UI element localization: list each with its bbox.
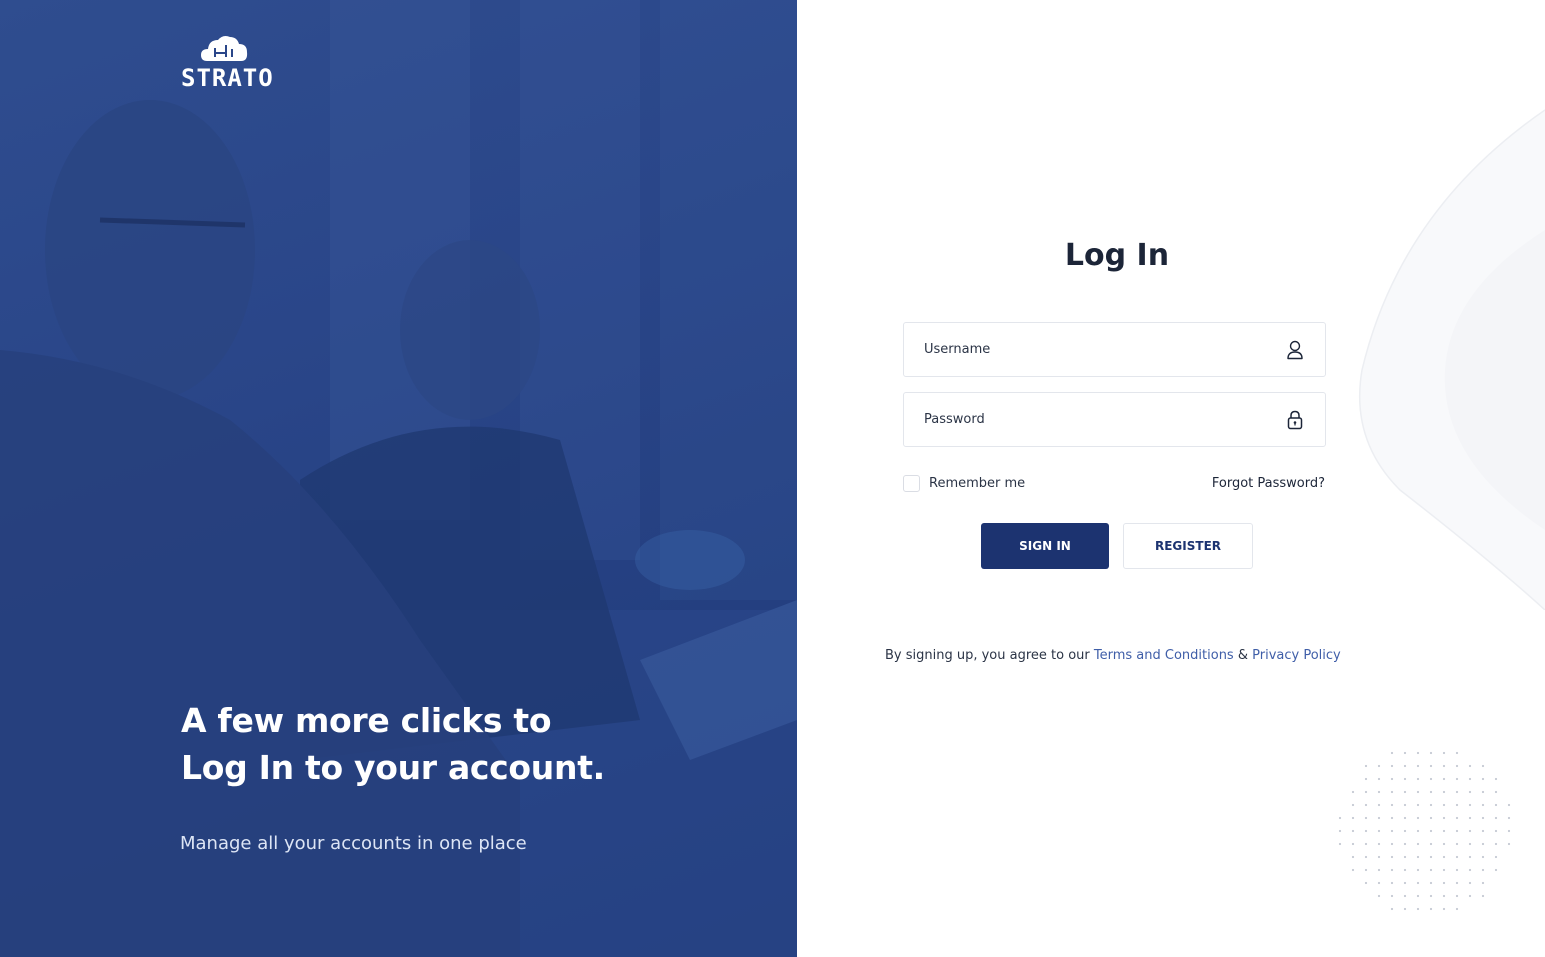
username-field[interactable]	[903, 322, 1326, 377]
hero-background-photo	[0, 0, 797, 957]
terms-prefix: By signing up, you agree to our	[885, 648, 1094, 663]
password-input[interactable]	[904, 393, 1325, 446]
forgot-password-link[interactable]: Forgot Password?	[1212, 476, 1325, 491]
lock-icon	[1287, 410, 1303, 430]
terms-link[interactable]: Terms and Conditions	[1094, 648, 1234, 663]
user-icon	[1287, 340, 1303, 360]
remember-me-checkbox[interactable]	[903, 474, 920, 492]
remember-me-label: Remember me	[929, 475, 1026, 491]
hero-headline-line-1: A few more clicks to	[181, 701, 552, 740]
privacy-policy-link[interactable]: Privacy Policy	[1252, 648, 1341, 663]
hero-panel: STRATO A few more clicks to Log In to yo…	[0, 0, 797, 957]
remember-me[interactable]: Remember me	[903, 474, 1025, 492]
password-field[interactable]	[903, 392, 1326, 447]
hero-headline: A few more clicks to Log In to your acco…	[181, 697, 741, 791]
register-button[interactable]: REGISTER	[1123, 523, 1253, 569]
hero-headline-line-2: Log In to your account.	[181, 748, 605, 787]
username-input[interactable]	[904, 323, 1325, 376]
terms-ampersand: &	[1233, 648, 1253, 663]
logo-wordmark: STRATO	[181, 64, 274, 92]
decorative-dot-pattern	[1338, 751, 1511, 911]
hero-subtitle: Manage all your accounts in one place	[180, 833, 527, 854]
sign-in-button[interactable]: SIGN IN	[981, 523, 1109, 569]
cloud-logo-icon	[201, 36, 248, 61]
strato-logo[interactable]: STRATO	[181, 34, 274, 94]
terms-notice: By signing up, you agree to our Terms an…	[885, 648, 1355, 663]
decorative-curve	[1358, 109, 1545, 610]
page-title: Log In	[1064, 238, 1170, 273]
